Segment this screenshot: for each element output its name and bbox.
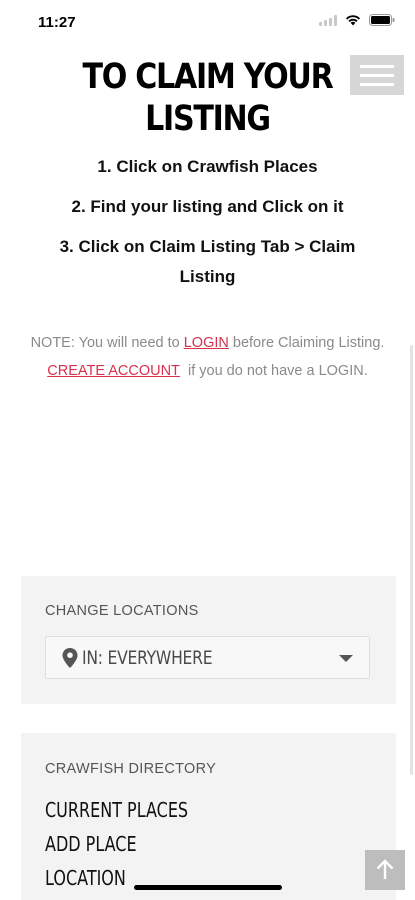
home-indicator[interactable] <box>134 885 282 890</box>
status-bar: 11:27 <box>0 0 415 44</box>
back-to-top-button[interactable] <box>365 850 405 890</box>
note-suffix: if you do not have a LOGIN. <box>187 363 368 379</box>
note-prefix: NOTE: You will need to <box>30 335 180 351</box>
change-locations-title: CHANGE LOCATIONS <box>45 603 199 619</box>
directory-list: CURRENT PLACES ADD PLACE LOCATION <box>45 793 224 895</box>
location-select[interactable]: IN: EVERYWHERE <box>45 636 370 679</box>
step-2: 2. Find your listing and Click on it <box>71 197 344 216</box>
status-time: 11:27 <box>38 14 76 31</box>
scrollbar[interactable] <box>410 345 413 775</box>
page-title: TO CLAIM YOUR LISTING <box>63 56 351 140</box>
battery-icon <box>369 14 395 26</box>
hamburger-menu-icon[interactable] <box>350 55 404 95</box>
location-select-value: IN: EVERYWHERE <box>82 646 213 669</box>
step-3: 3. Click on Claim Listing Tab > Claim Li… <box>59 237 356 286</box>
signal-icon <box>319 14 337 26</box>
login-link[interactable]: LOGIN <box>184 335 229 351</box>
step-1: 1. Click on Crawfish Places <box>97 157 318 176</box>
directory-link-add-place[interactable]: ADD PLACE <box>45 827 188 861</box>
create-account-link[interactable]: CREATE ACCOUNT <box>47 363 180 379</box>
arrow-up-icon <box>376 859 394 879</box>
claim-steps: 1. Click on Crawfish Places 2. Find your… <box>30 152 385 302</box>
chevron-down-icon <box>339 655 353 662</box>
wifi-icon <box>345 14 361 26</box>
status-icons <box>319 14 395 26</box>
directory-link-current-places[interactable]: CURRENT PLACES <box>45 793 188 827</box>
login-note: NOTE: You will need to LOGIN before Clai… <box>30 329 385 385</box>
map-pin-icon <box>62 647 78 668</box>
directory-title: CRAWFISH DIRECTORY <box>45 761 217 777</box>
note-middle: before Claiming Listing. <box>232 335 385 351</box>
page-title-line1: TO CLAIM YOUR <box>82 57 334 97</box>
page-title-line2: LISTING <box>145 99 271 139</box>
